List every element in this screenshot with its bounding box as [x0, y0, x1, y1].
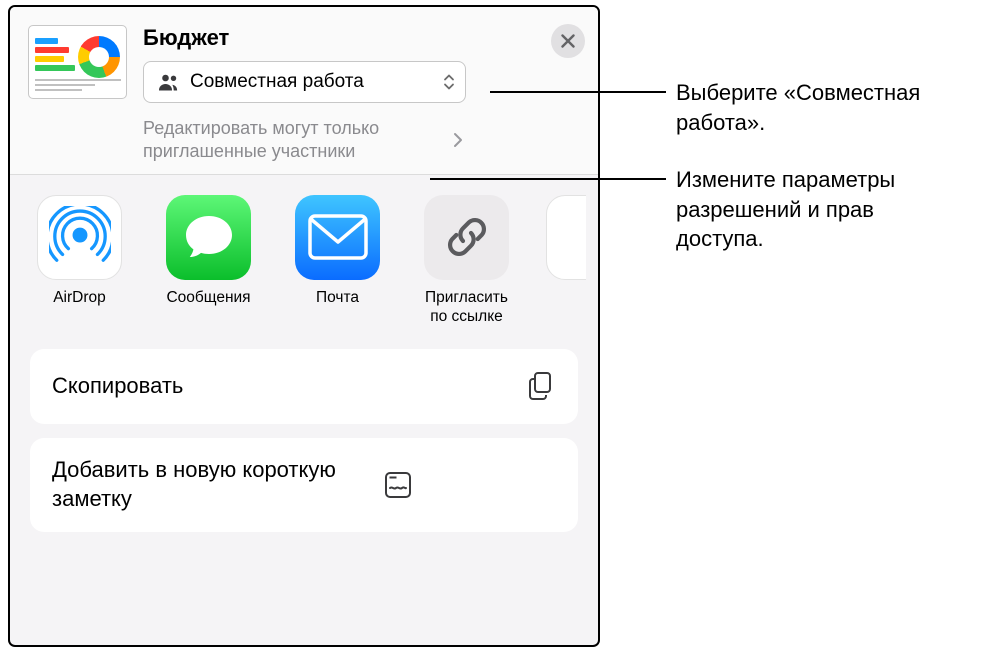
share-app-invite-link[interactable]: Пригласить по ссылке: [417, 195, 516, 327]
action-quick-note[interactable]: Добавить в новую короткую заметку: [30, 438, 578, 532]
share-app-label: Почта: [316, 288, 359, 307]
action-label: Скопировать: [52, 372, 526, 401]
share-app-messages[interactable]: Сообщения: [159, 195, 258, 307]
share-app-mail[interactable]: Почта: [288, 195, 387, 307]
mode-picker-label: Совместная работа: [190, 71, 364, 93]
permissions-text: Редактировать могут только приглашенные …: [143, 117, 449, 164]
messages-icon: [166, 195, 251, 280]
people-icon: [158, 73, 180, 91]
action-copy[interactable]: Скопировать: [30, 349, 578, 424]
action-label: Добавить в новую короткую заметку: [52, 456, 382, 513]
chevron-right-icon: [453, 132, 463, 148]
share-app-airdrop[interactable]: AirDrop: [30, 195, 129, 307]
quick-note-icon: [382, 469, 414, 501]
permissions-row[interactable]: Редактировать могут только приглашенные …: [143, 117, 463, 164]
updown-chevron-icon: [443, 73, 455, 91]
share-app-label: Сообщения: [166, 288, 250, 307]
document-thumbnail: [28, 25, 127, 99]
copy-icon: [526, 370, 556, 402]
actions-list: Скопировать Добавить в новую короткую за…: [10, 349, 598, 552]
document-title: Бюджет: [143, 25, 582, 51]
share-apps-row: AirDrop Сообщения Почта Пригласить по сс…: [10, 175, 598, 349]
link-icon: [424, 195, 509, 280]
share-sheet: Бюджет Совместная работа Редактировать м…: [8, 5, 600, 647]
mail-icon: [295, 195, 380, 280]
share-app-label: Пригласить по ссылке: [425, 288, 508, 327]
close-button[interactable]: [551, 24, 585, 58]
share-app-reminders[interactable]: Наг: [546, 195, 586, 280]
airdrop-icon: [37, 195, 122, 280]
share-app-label: AirDrop: [53, 288, 106, 307]
close-icon: [561, 34, 575, 48]
reminders-icon: [546, 195, 586, 280]
collaboration-mode-picker[interactable]: Совместная работа: [143, 61, 466, 103]
